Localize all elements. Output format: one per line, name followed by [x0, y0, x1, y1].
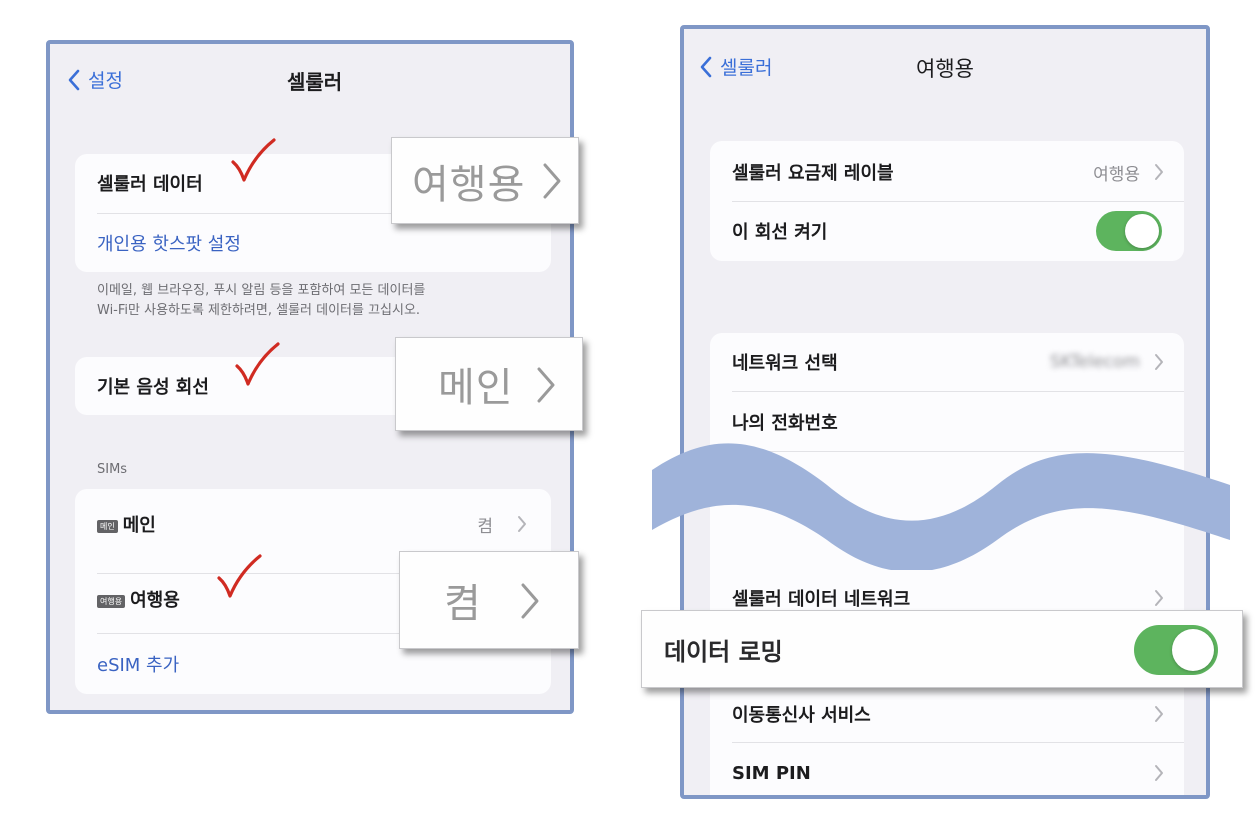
data-roaming-toggle[interactable] — [1134, 625, 1218, 675]
callout-data-line: 여행용 — [391, 137, 579, 224]
plan-label-row[interactable]: 셀룰러 요금제 레이블 여행용 — [710, 143, 1184, 201]
toggle-knob — [1125, 214, 1159, 248]
my-number-label: 나의 전화번호 — [732, 413, 838, 434]
callout-voice-line: 메인 — [395, 337, 583, 431]
divider — [732, 391, 1184, 392]
chevron-right-icon — [537, 367, 555, 403]
data-roaming-label: 데이터 로밍 — [664, 637, 783, 666]
default-voice-line-label: 기본 음성 회선 — [97, 377, 209, 398]
chevron-right-icon — [1155, 590, 1163, 606]
checkmark-icon — [217, 554, 262, 598]
turn-on-line-label: 이 회선 켜기 — [732, 222, 828, 243]
sim-travel-label: 여행용 여행용 — [97, 586, 180, 612]
callout-data-roaming: 데이터 로밍 — [641, 610, 1243, 688]
plan-label-value: 여행용 — [1093, 164, 1140, 185]
chevron-right-icon — [1155, 354, 1163, 370]
cellular-data-footnote: 이메일, 웹 브라우징, 푸시 알림 등을 포함하여 모든 데이터를 Wi-Fi… — [97, 281, 425, 321]
back-to-cellular-button[interactable]: 셀룰러 — [700, 53, 772, 80]
checkmark-icon — [231, 138, 276, 182]
line-settings-group: 셀룰러 요금제 레이블 여행용 이 회선 켜기 — [710, 141, 1184, 261]
callout-sim-status: 켬 — [399, 551, 579, 649]
page-title: 셀룰러 — [287, 70, 343, 94]
callout-voice-line-text: 메인 — [438, 365, 514, 411]
sim-pin-row[interactable]: SIM PIN — [710, 744, 1184, 795]
turn-on-line-row: 이 회선 켜기 — [710, 202, 1184, 260]
turn-on-line-toggle[interactable] — [1096, 211, 1162, 251]
sim-badge-main: 메인 — [97, 519, 118, 533]
add-esim-link: eSIM 추가 — [97, 655, 180, 676]
callout-sim-status-text: 켬 — [444, 581, 482, 627]
chevron-right-icon — [1155, 706, 1163, 722]
sim-main-status: 켬 — [477, 516, 493, 537]
back-label: 셀룰러 — [720, 57, 773, 79]
chevron-right-icon — [518, 516, 526, 532]
chevron-left-icon — [700, 56, 712, 77]
chevron-right-icon — [521, 583, 539, 619]
cellular-data-label: 셀룰러 데이터 — [97, 174, 203, 195]
sim-row-main[interactable]: 메인 메인 켬 — [75, 495, 551, 553]
sim-badge-travel: 여행용 — [97, 594, 126, 608]
chevron-right-icon — [1155, 765, 1163, 781]
network-selection-value: SKTelecom — [1049, 352, 1140, 372]
sim-main-label: 메인 메인 — [97, 511, 156, 537]
footnote-line-2: Wi-Fi만 사용하도록 제한하려면, 셀룰러 데이터를 끄십시오. — [97, 303, 421, 318]
sim-pin-label: SIM PIN — [732, 762, 811, 784]
chevron-left-icon — [68, 69, 80, 90]
chevron-right-icon — [1155, 164, 1163, 180]
hotspot-settings-link: 개인용 핫스팟 설정 — [97, 234, 241, 255]
plan-label-label: 셀룰러 요금제 레이블 — [732, 163, 894, 184]
cellular-data-network-label: 셀룰러 데이터 네트워크 — [732, 589, 911, 610]
back-to-settings-button[interactable]: 설정 — [68, 66, 123, 93]
checkmark-icon — [235, 342, 280, 386]
wave-break-graphic — [652, 443, 1230, 570]
toggle-knob — [1172, 629, 1214, 671]
carrier-services-label: 이동통신사 서비스 — [732, 705, 871, 726]
page-title: 여행용 — [916, 57, 974, 81]
carrier-services-row[interactable]: 이동통신사 서비스 — [710, 685, 1184, 743]
callout-data-line-text: 여행용 — [412, 161, 526, 208]
back-label: 설정 — [88, 70, 123, 92]
chevron-right-icon — [543, 163, 561, 199]
network-selection-label: 네트워크 선택 — [732, 353, 838, 374]
footnote-line-1: 이메일, 웹 브라우징, 푸시 알림 등을 포함하여 모든 데이터를 — [97, 283, 426, 298]
network-selection-row[interactable]: 네트워크 선택 SKTelecom — [710, 333, 1184, 391]
sims-section-header: SIMs — [97, 462, 128, 477]
